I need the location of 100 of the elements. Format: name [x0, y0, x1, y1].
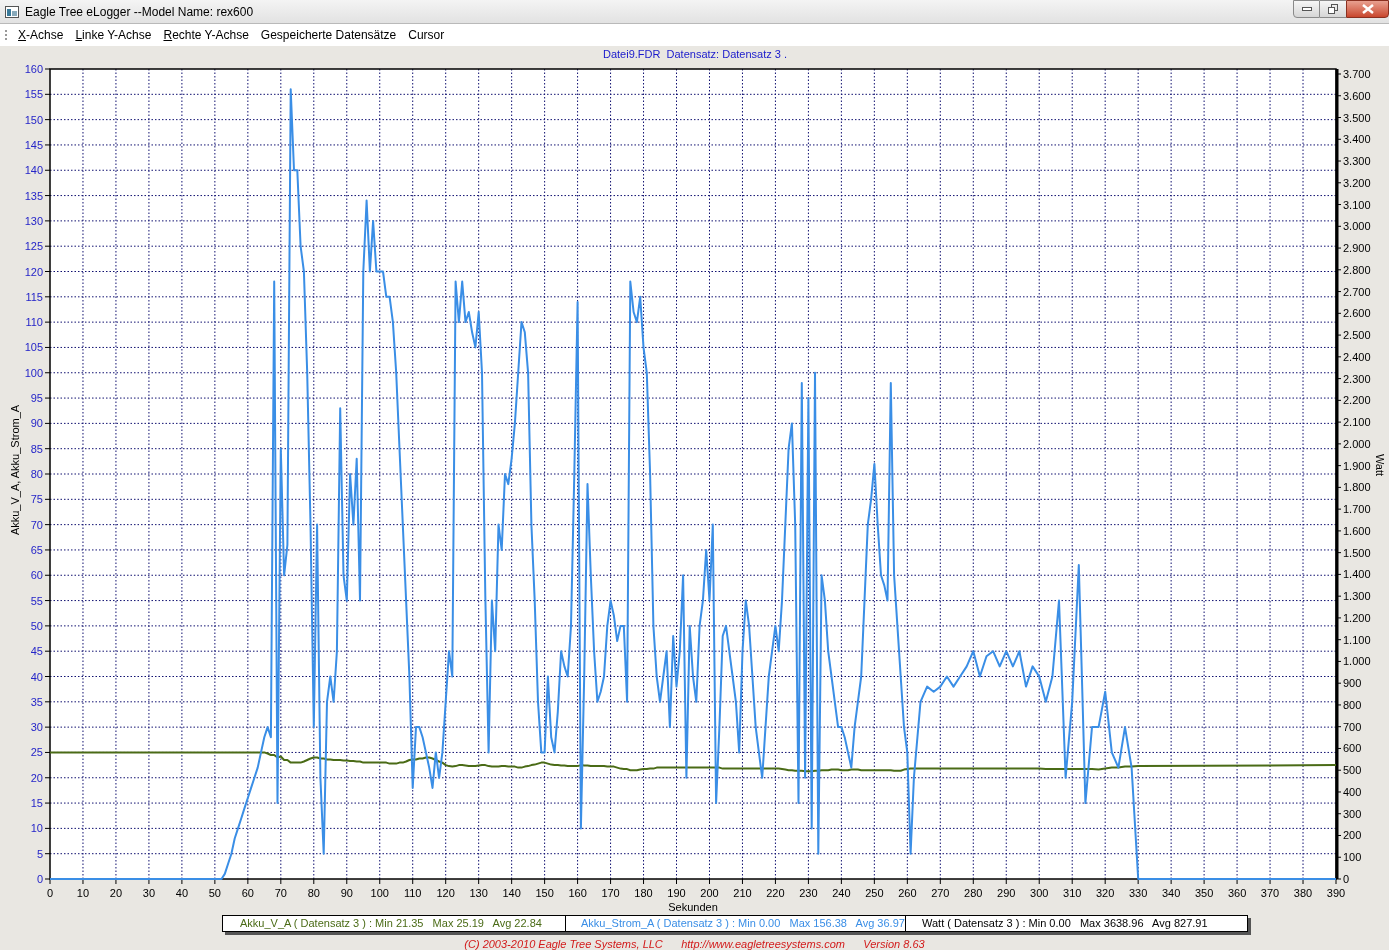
axis-tick	[44, 195, 51, 197]
axis-tick-label: 15	[30, 797, 43, 810]
axis-tick-label: 170	[601, 887, 620, 899]
axis-tick	[544, 878, 546, 885]
axis-tick-label: 80	[30, 468, 43, 480]
restore-button[interactable]	[1320, 0, 1346, 18]
axis-tick	[610, 878, 612, 885]
axis-tick	[1269, 878, 1271, 885]
axis-tick-label: 350	[1194, 887, 1214, 899]
axis-tick-label: 40	[175, 887, 188, 899]
axis-tick-label: 45	[30, 645, 43, 658]
axis-tick	[44, 346, 51, 348]
menu-item[interactable]: X-Achse	[12, 26, 70, 44]
axis-tick	[280, 878, 282, 885]
axis-tick-label: 50	[30, 619, 43, 632]
axis-tick-label: 1.200	[1343, 611, 1371, 624]
axis-tick-label: 250	[865, 887, 884, 899]
axis-tick	[44, 777, 51, 779]
axis-tick	[1038, 878, 1040, 885]
menu-item[interactable]: Cursor	[402, 26, 451, 44]
axis-tick	[44, 574, 51, 576]
axis-tick-label: 3.000	[1343, 220, 1371, 233]
axis-tick-label: 1.100	[1343, 633, 1371, 646]
axis-tick	[741, 878, 743, 885]
axis-tick-label: 180	[634, 887, 653, 899]
axis-tick	[840, 878, 842, 885]
axis-tick-label: 230	[799, 887, 818, 899]
axis-tick	[577, 878, 579, 885]
axis-tick	[44, 625, 51, 627]
axis-tick	[44, 296, 51, 298]
axis-tick	[313, 878, 315, 885]
axis-tick-label: 330	[1128, 887, 1148, 899]
axis-title: Akku_V_A, Akku_Strom_A	[9, 404, 21, 536]
axis-tick-label: 0	[1343, 873, 1350, 885]
axis-tick-label: 1.700	[1343, 503, 1371, 516]
axis-tick	[44, 600, 51, 602]
axis-tick-label: 500	[1343, 764, 1362, 777]
close-button[interactable]	[1346, 0, 1389, 18]
minimize-button[interactable]	[1293, 0, 1320, 18]
axis-tick-label: 25	[30, 746, 43, 759]
axis-tick-label: 290	[997, 887, 1016, 899]
axis-tick-label: 100	[24, 366, 43, 379]
axis-tick-label: 80	[307, 887, 320, 899]
axis-tick-label: 300	[1343, 807, 1362, 820]
axis-tick	[44, 372, 51, 374]
axis-tick-label: 30	[30, 721, 43, 734]
axis-tick	[247, 878, 249, 885]
axis-tick-label: 90	[30, 417, 43, 430]
axis-tick	[44, 802, 51, 804]
axis-tick	[44, 397, 51, 399]
axis-tick-label: 370	[1260, 887, 1280, 899]
axis-tick-label: 95	[30, 392, 43, 405]
window-title: Eagle Tree eLogger --Model Name: rex600	[25, 3, 254, 21]
axis-tick-label: 1.000	[1343, 655, 1371, 668]
axis-tick-label: 700	[1343, 720, 1362, 733]
axis-tick	[44, 169, 51, 171]
axis-tick	[44, 93, 51, 95]
app-icon	[5, 5, 19, 18]
axis-tick	[1170, 878, 1172, 885]
axis-tick	[346, 878, 348, 885]
axis-tick-label: 5	[36, 847, 43, 860]
menu-item[interactable]: Rechte Y-Achse	[157, 26, 255, 44]
axis-tick-label: 10	[30, 822, 43, 835]
axis-tick-label: 200	[700, 887, 719, 899]
axis-title: Watt	[1374, 453, 1386, 477]
menu-item[interactable]: Gespeicherte Datensätze	[254, 26, 403, 44]
axis-tick	[478, 878, 480, 885]
axis-tick-label: 240	[832, 887, 851, 899]
axis-tick-label: 20	[109, 887, 123, 899]
axis-tick	[44, 68, 51, 70]
axis-tick-label: 115	[25, 290, 43, 303]
menu-item[interactable]: Linke Y-Achse	[69, 26, 158, 44]
axis-tick	[44, 650, 51, 652]
legend-entry: Akku_Strom_A ( Datensatz 3 ) : Min 0.00 Max 156.38 Avg 36.97	[565, 916, 905, 931]
axis-tick	[1137, 878, 1139, 885]
axis-tick-label: 110	[403, 887, 422, 899]
axis-tick	[44, 726, 51, 728]
axis-tick	[643, 878, 645, 885]
axis-tick	[44, 853, 51, 855]
axis-tick-label: 1.500	[1343, 546, 1371, 559]
axis-tick-label: 390	[1326, 887, 1346, 899]
axis-tick-label: 75	[30, 493, 43, 506]
axis-tick	[379, 878, 381, 885]
axis-tick	[511, 878, 513, 885]
axis-tick	[44, 271, 51, 272]
axis-tick	[44, 498, 51, 500]
axis-tick	[44, 524, 51, 526]
axis-tick	[44, 321, 51, 323]
axis-tick-label: 300	[1030, 887, 1049, 899]
axis-tick-label: 60	[30, 569, 43, 582]
axis-tick-label: 120	[436, 887, 455, 899]
axis-tick-label: 140	[24, 164, 43, 177]
axis-tick-label: 55	[30, 594, 43, 607]
axis-tick	[1005, 878, 1007, 885]
axis-tick	[44, 245, 51, 247]
axis-tick-label: 90	[340, 887, 353, 899]
chart-header: Datei9.FDR Datensatz: Datensatz 3 .	[603, 48, 787, 60]
axis-tick	[44, 448, 51, 450]
axis-tick	[873, 878, 875, 885]
axis-tick-label: 120	[24, 265, 43, 278]
